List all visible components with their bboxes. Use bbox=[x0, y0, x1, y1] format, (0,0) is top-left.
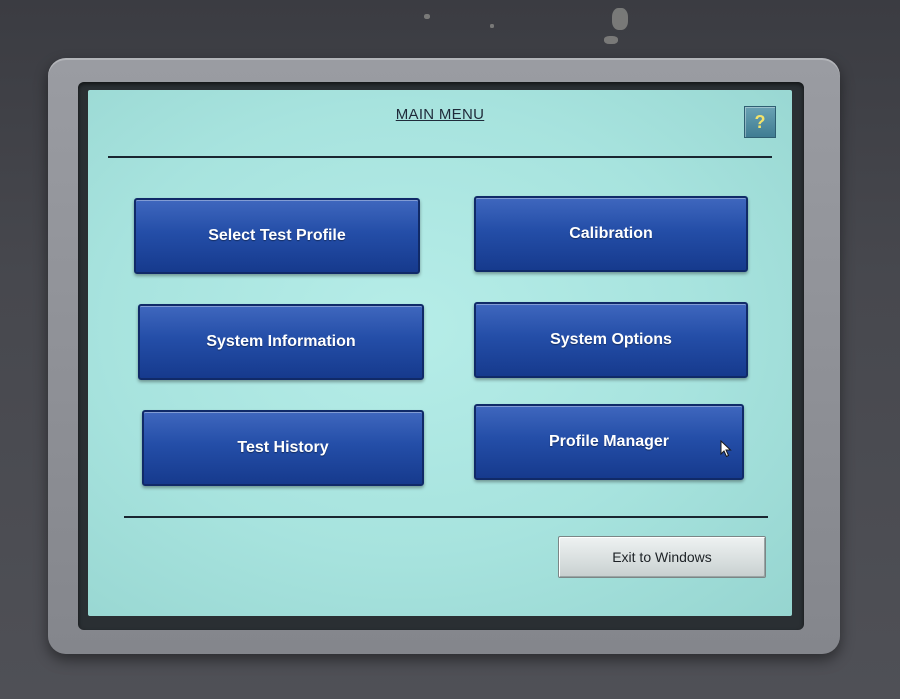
button-label: Calibration bbox=[569, 225, 653, 242]
button-label: Select Test Profile bbox=[208, 227, 346, 244]
footer-divider bbox=[124, 516, 768, 518]
question-mark-icon: ? bbox=[754, 112, 766, 132]
monitor-bezel: MAIN MENU ? Select Test Profile Calibrat… bbox=[48, 58, 840, 654]
wall-speck bbox=[604, 36, 618, 44]
button-label: Profile Manager bbox=[548, 433, 670, 450]
wall-speck bbox=[490, 24, 494, 28]
button-label: System Information bbox=[206, 333, 356, 350]
system-options-button[interactable]: System Options bbox=[474, 302, 748, 378]
exit-to-windows-button[interactable]: Exit to Windows bbox=[558, 536, 766, 578]
profile-manager-button[interactable]: Profile Manager bbox=[474, 404, 744, 480]
test-history-button[interactable]: Test History bbox=[142, 410, 424, 486]
page-title: MAIN MENU bbox=[395, 106, 485, 123]
calibration-button[interactable]: Calibration bbox=[474, 196, 748, 272]
select-test-profile-button[interactable]: Select Test Profile bbox=[134, 198, 420, 274]
mouse-pointer-icon bbox=[720, 440, 732, 458]
system-information-button[interactable]: System Information bbox=[138, 304, 424, 380]
wall-speck bbox=[612, 8, 628, 30]
button-label: Exit to Windows bbox=[612, 549, 712, 565]
touch-screen: MAIN MENU ? Select Test Profile Calibrat… bbox=[88, 90, 792, 616]
button-label: Test History bbox=[237, 439, 329, 456]
header-divider bbox=[108, 156, 772, 158]
wall-speck bbox=[424, 14, 430, 19]
button-label: System Options bbox=[550, 331, 672, 348]
help-button[interactable]: ? bbox=[744, 106, 776, 138]
screen-frame: MAIN MENU ? Select Test Profile Calibrat… bbox=[78, 82, 804, 630]
